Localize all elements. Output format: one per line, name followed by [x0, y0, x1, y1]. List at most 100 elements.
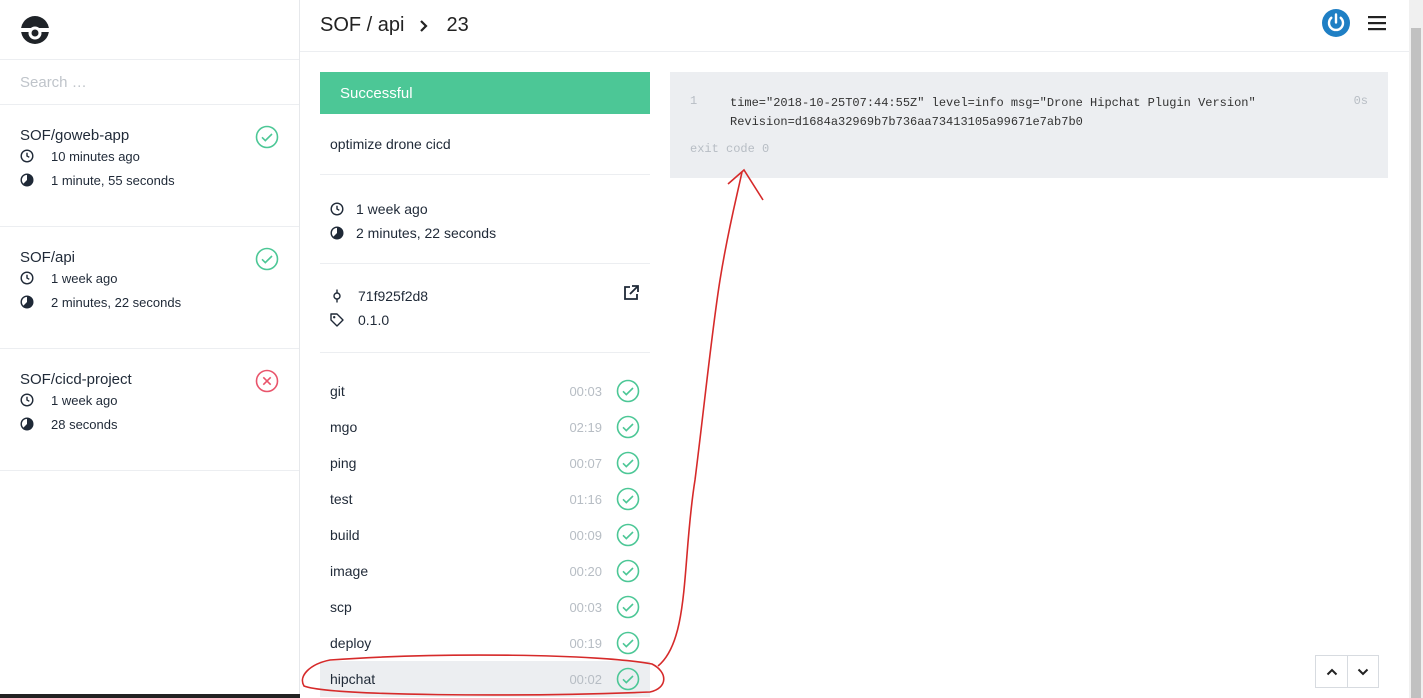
step-name: scp [330, 599, 352, 615]
chevron-up-icon [1326, 668, 1337, 675]
drone-logo-icon[interactable] [20, 15, 50, 45]
build-started-text: 1 week ago [356, 201, 428, 217]
step-duration: 00:03 [569, 383, 602, 399]
build-details: Successful optimize drone cicd 1 week ag… [320, 72, 650, 697]
step-item-build[interactable]: build 00:09 [320, 517, 650, 553]
repo-started: 1 week ago [20, 388, 279, 412]
step-item-deploy[interactable]: deploy 00:19 [320, 625, 650, 661]
step-name: image [330, 563, 369, 579]
log-exit-code: exit code 0 [690, 142, 770, 156]
power-icon[interactable] [1321, 8, 1351, 38]
repo-duration: 2 minutes, 22 seconds [20, 290, 279, 314]
build-status-banner: Successful [320, 72, 650, 114]
external-link-icon[interactable] [622, 284, 640, 302]
step-name: deploy [330, 635, 372, 651]
step-item-image[interactable]: image 00:20 [320, 553, 650, 589]
step-duration: 01:16 [569, 491, 602, 507]
window-bottom-edge [0, 694, 300, 698]
repo-item-goweb-app[interactable]: SOF/goweb-app 10 minutes ago 1 minute, 5… [0, 105, 299, 227]
search-row [0, 60, 299, 105]
log-line-part-2: Revision=d1684a32969b7b736aa73413105a996… [730, 115, 1083, 129]
step-name: git [330, 383, 345, 399]
repo-name: SOF/api [20, 249, 76, 266]
step-item-mgo[interactable]: mgo 02:19 [320, 409, 650, 445]
step-duration: 00:19 [569, 635, 602, 651]
started-text: 1 week ago [51, 392, 118, 408]
step-name: mgo [330, 419, 358, 435]
step-duration: 02:19 [569, 419, 602, 435]
page-scrollbar[interactable] [1409, 0, 1423, 698]
step-duration: 00:20 [569, 563, 602, 579]
timer-icon [330, 226, 344, 240]
timer-icon [20, 295, 34, 309]
timer-icon [20, 417, 34, 431]
success-check-icon [616, 379, 640, 403]
breadcrumb-build-number: 23 [446, 14, 469, 36]
repo-item-cicd-project[interactable]: SOF/cicd-project 1 week ago 28 seconds [0, 349, 299, 471]
commit-sha: 71f925f2d8 [330, 284, 650, 308]
hamburger-menu-icon[interactable] [1367, 13, 1387, 33]
search-input[interactable] [20, 73, 270, 91]
log-scroll-controls [1315, 655, 1379, 688]
repo-item-api[interactable]: SOF/api 1 week ago 2 minutes, 22 seconds [0, 227, 299, 349]
repo-name: SOF/cicd-project [20, 371, 132, 388]
clock-icon [20, 393, 34, 407]
scroll-up-button[interactable] [1316, 656, 1347, 687]
build-started: 1 week ago [330, 197, 650, 221]
build-times: 1 week ago 2 minutes, 22 seconds [320, 175, 650, 264]
main-header: SOF / api 23 [300, 0, 1409, 52]
step-item-hipchat[interactable]: hipchat 00:02 [320, 661, 650, 697]
scroll-down-button[interactable] [1347, 656, 1378, 687]
success-check-icon [616, 595, 640, 619]
step-duration: 00:07 [569, 455, 602, 471]
step-list: git 00:03 mgo 02:19 ping 00:07 test 01:16 build 0… [320, 353, 650, 697]
clock-icon [20, 149, 34, 163]
step-duration: 00:02 [569, 671, 602, 687]
commit-tag: 0.1.0 [330, 308, 650, 332]
page-scrollbar-thumb[interactable] [1411, 28, 1421, 698]
log-line-text: time="2018-10-25T07:44:55Z" level=info m… [730, 94, 1256, 132]
breadcrumb-repo[interactable]: SOF / api [320, 14, 404, 37]
commit-tag-text: 0.1.0 [358, 312, 390, 328]
success-check-icon [616, 487, 640, 511]
repo-duration: 28 seconds [20, 412, 279, 436]
timer-icon [20, 173, 34, 187]
log-line: 1 time="2018-10-25T07:44:55Z" level=info… [690, 94, 1368, 132]
success-check-icon [255, 247, 279, 271]
success-check-icon [616, 667, 640, 691]
step-item-test[interactable]: test 01:16 [320, 481, 650, 517]
success-check-icon [616, 559, 640, 583]
commit-sha-text[interactable]: 71f925f2d8 [358, 288, 428, 304]
step-name: hipchat [330, 671, 376, 687]
step-item-ping[interactable]: ping 00:07 [320, 445, 650, 481]
repo-name: SOF/goweb-app [20, 127, 130, 144]
duration-text: 28 seconds [51, 416, 118, 432]
failure-x-icon [255, 369, 279, 393]
header-icons [1321, 8, 1387, 38]
chevron-down-icon [1357, 668, 1369, 675]
breadcrumb: SOF / api 23 [320, 14, 469, 37]
success-check-icon [616, 415, 640, 439]
app: SOF/goweb-app 10 minutes ago 1 minute, 5… [0, 0, 1423, 698]
success-check-icon [616, 631, 640, 655]
sidebar: SOF/goweb-app 10 minutes ago 1 minute, 5… [0, 0, 300, 698]
step-item-scp[interactable]: scp 00:03 [320, 589, 650, 625]
step-name: build [330, 527, 360, 543]
chevron-right-icon [420, 19, 429, 32]
log-line-number: 1 [690, 94, 698, 108]
success-check-icon [616, 451, 640, 475]
started-text: 10 minutes ago [51, 148, 140, 164]
step-item-git[interactable]: git 00:03 [320, 373, 650, 409]
repo-started: 10 minutes ago [20, 144, 279, 168]
step-name: test [330, 491, 353, 507]
logo-row [0, 0, 299, 60]
log-panel: 1 time="2018-10-25T07:44:55Z" level=info… [670, 72, 1388, 178]
build-commit: 71f925f2d8 0.1.0 [320, 264, 650, 353]
build-duration: 2 minutes, 22 seconds [330, 221, 650, 245]
clock-icon [20, 271, 34, 285]
started-text: 1 week ago [51, 270, 118, 286]
log-line-part-1: time="2018-10-25T07:44:55Z" level=info m… [730, 96, 1256, 110]
repo-started: 1 week ago [20, 266, 279, 290]
commit-message: optimize drone cicd [320, 114, 650, 175]
step-duration: 00:09 [569, 527, 602, 543]
